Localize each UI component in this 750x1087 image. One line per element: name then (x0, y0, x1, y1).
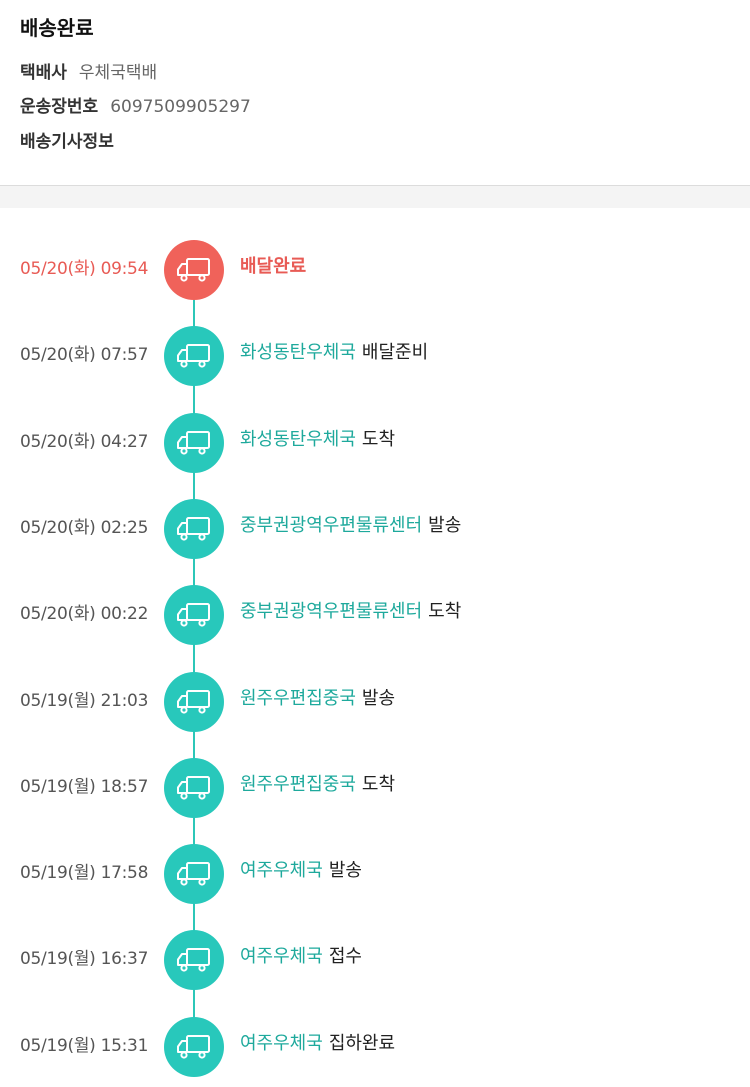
timeline-event: 05/20(화) 09:54 배달완료 (0, 238, 750, 300)
event-action: 발송 (428, 514, 462, 536)
timeline-event: 05/20(화) 04:27 화성동탄우체국 도착 (0, 411, 750, 473)
event-time: 05/20(화) 07:57 (20, 345, 149, 366)
event-description: 원주우편집중국 도착 (240, 756, 395, 814)
event-time: 05/20(화) 09:54 (20, 259, 149, 279)
event-description: 화성동탄우체국 배달준비 (240, 324, 428, 382)
event-location: 원주우편집중국 (240, 687, 356, 709)
delivery-truck-icon (164, 757, 224, 818)
delivery-truck-icon (164, 240, 224, 300)
section-divider (0, 186, 750, 208)
courier-label: 택배사 (20, 63, 67, 83)
courier-value: 우체국택배 (78, 63, 158, 83)
event-location: 화성동탄우체국 (240, 342, 356, 364)
timeline-event: 05/20(화) 02:25 중부권광역우편물류센터 발송 (0, 497, 750, 559)
timeline-event: 05/19(월) 16:37 여주우체국 접수 (0, 928, 750, 991)
delivery-truck-icon (164, 326, 224, 387)
timeline-event: 05/19(월) 21:03 원주우편집중국 발송 (0, 670, 750, 732)
delivery-status-title: 배송완료 (20, 16, 94, 40)
delivery-truck-icon (164, 930, 224, 991)
tracking-number-label: 운송장번호 (20, 97, 99, 117)
event-description: 여주우체국 발송 (240, 842, 362, 900)
timeline-event: 05/19(월) 15:31 여주우체국 집하완료 (0, 1015, 750, 1077)
tracking-number-value[interactable]: 6097509905297 (110, 97, 251, 117)
event-time: 05/19(월) 18:57 (20, 776, 149, 797)
delivery-truck-icon (164, 1016, 224, 1077)
event-action: 배달완료 (240, 256, 307, 277)
timeline-event: 05/19(월) 17:58 여주우체국 발송 (0, 842, 750, 905)
delivery-truck-icon (164, 412, 224, 473)
event-action: 도착 (361, 428, 396, 450)
event-action: 집하완료 (328, 1032, 396, 1054)
event-time: 05/19(월) 15:31 (20, 1035, 149, 1056)
event-time: 05/19(월) 21:03 (20, 690, 149, 711)
timeline-event: 05/19(월) 18:57 원주우편집중국 도착 (0, 756, 750, 818)
event-action: 발송 (361, 687, 396, 709)
courier-row: 택배사 우체국택배 (20, 61, 157, 85)
event-location: 여주우체국 (240, 860, 323, 882)
delivery-truck-icon (164, 498, 224, 559)
event-action: 도착 (361, 773, 396, 795)
event-location: 여주우체국 (240, 946, 323, 968)
event-time: 05/20(화) 02:25 (20, 517, 149, 538)
event-description: 여주우체국 집하완료 (240, 1015, 395, 1073)
event-time: 05/20(화) 04:27 (20, 431, 149, 452)
delivery-truck-icon (164, 585, 224, 646)
timeline-event: 05/20(화) 00:22 중부권광역우편물류센터 도착 (0, 583, 750, 646)
event-action: 배달준비 (361, 342, 429, 364)
event-description: 여주우체국 접수 (240, 928, 362, 986)
event-location: 여주우체국 (240, 1032, 323, 1054)
tracking-timeline: 05/20(화) 09:54 배달완료 05/20(화) 07:57 화성동탄우체… (0, 208, 750, 1087)
event-action: 발송 (328, 860, 362, 882)
timeline-event: 05/20(화) 07:57 화성동탄우체국 배달준비 (0, 324, 750, 387)
delivery-truck-icon (164, 671, 224, 732)
event-location: 원주우편집중국 (240, 773, 356, 795)
driver-info-label: 배송기사정보 (20, 132, 114, 152)
event-description: 배달완료 (240, 238, 306, 296)
event-time: 05/19(월) 17:58 (20, 863, 149, 884)
driver-info-row: 배송기사정보 (20, 130, 126, 154)
event-description: 중부권광역우편물류센터 발송 (240, 497, 461, 555)
event-description: 중부권광역우편물류센터 도착 (240, 583, 461, 641)
event-description: 원주우편집중국 발송 (240, 670, 395, 728)
tracking-row: 운송장번호 6097509905297 (20, 95, 251, 119)
event-location: 중부권광역우편물류센터 (240, 514, 423, 536)
event-action: 접수 (328, 946, 362, 968)
event-location: 화성동탄우체국 (240, 428, 356, 450)
event-time: 05/20(화) 00:22 (20, 604, 149, 625)
event-time: 05/19(월) 16:37 (20, 949, 149, 970)
event-description: 화성동탄우체국 도착 (240, 411, 395, 469)
event-location: 중부권광역우편물류센터 (240, 601, 423, 623)
event-action: 도착 (428, 601, 462, 623)
delivery-truck-icon (164, 844, 224, 905)
delivery-summary: 배송완료 택배사 우체국택배 운송장번호 6097509905297 배송기사정보 (0, 0, 750, 186)
